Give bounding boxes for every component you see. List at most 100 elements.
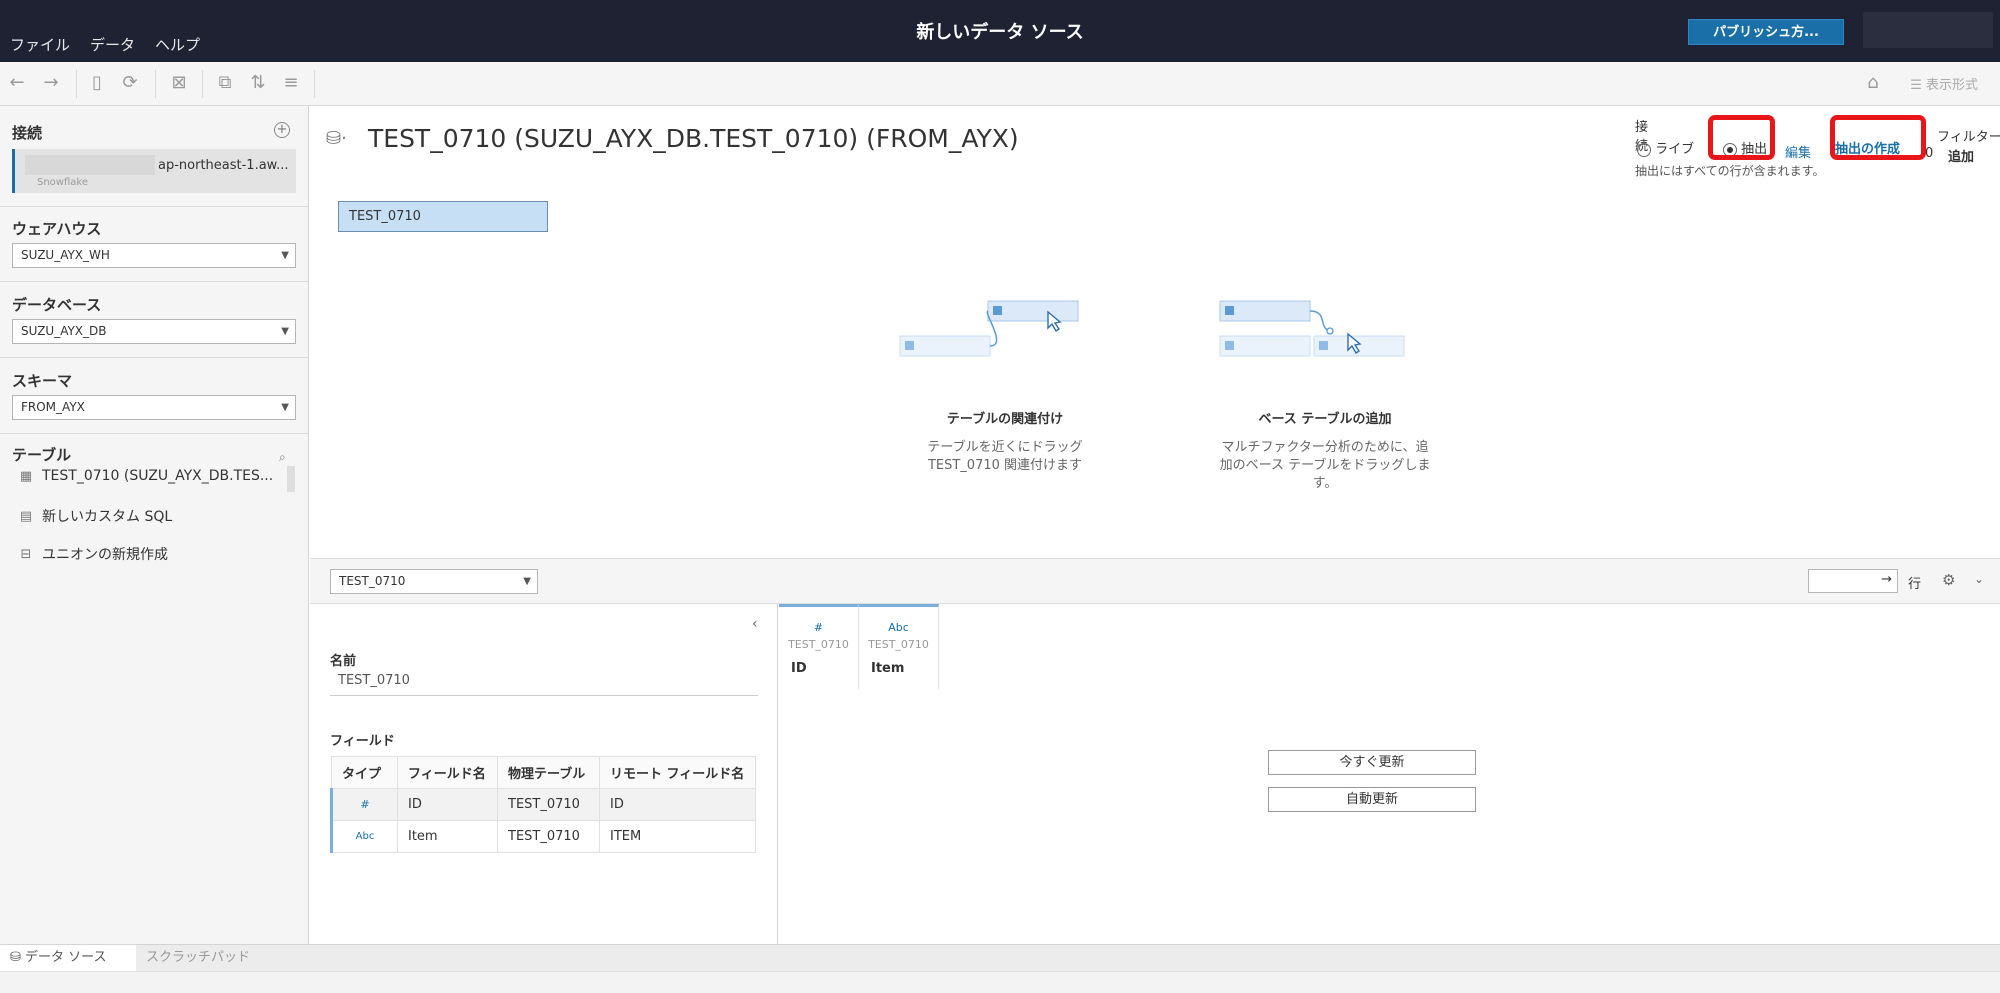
database-select[interactable]: SUZU_AYX_DB ▼ (12, 319, 296, 344)
column-header[interactable]: 物理テーブル (497, 756, 600, 789)
fields-heading: フィールド (330, 734, 395, 749)
field-name[interactable]: ID (397, 788, 498, 821)
field-remote-name: ID (599, 788, 756, 821)
refresh-icon[interactable]: ⟳ (119, 72, 141, 94)
add-base-table-hint: ベース テーブルの追加 マルチファクター分析のために、追 加のベース テーブルを… (1210, 408, 1440, 493)
toolbar-divider (202, 70, 203, 98)
logical-table[interactable]: TEST_0710 (338, 201, 548, 232)
search-icon[interactable]: ⌕ (279, 450, 286, 465)
live-option[interactable]: ライブ (1637, 138, 1694, 157)
warehouse-heading: ウェアハウス (12, 220, 102, 238)
connection-item[interactable]: ap-northeast-1.aw... Snowflake (12, 149, 296, 193)
back-icon[interactable]: ← (6, 72, 28, 94)
status-bar (0, 971, 2000, 993)
gear-icon[interactable]: ⚙ (1942, 571, 1955, 589)
divider (0, 281, 309, 282)
divider (0, 433, 309, 434)
publish-button[interactable]: パブリッシュ方... (1688, 19, 1844, 45)
highlight-box (1708, 115, 1775, 160)
database-value: SUZU_AYX_DB (21, 324, 107, 338)
field-physical-table: TEST_0710 (497, 820, 600, 853)
title-bar: ファイル データ ヘルプ 新しいデータ ソース パブリッシュ方... (0, 0, 2000, 62)
sort-asc-icon[interactable]: ⇅ (247, 72, 269, 94)
grid-column-table: TEST_0710 (788, 638, 849, 651)
relate-description: テーブルを近くにドラッグ TEST_0710 関連付けます (895, 439, 1115, 475)
relate-tables-illustration (899, 300, 1079, 357)
table-row[interactable]: # ID TEST_0710 ID (330, 788, 756, 821)
base-caption: ベース テーブルの追加 (1258, 412, 1392, 427)
collapse-icon[interactable]: ‹ (752, 616, 758, 632)
connections-heading: 接続 (12, 124, 43, 142)
divider (0, 206, 309, 207)
table-item[interactable]: ▦ TEST_0710 (SUZU_AYX_DB.TES... (18, 468, 273, 484)
database-icon[interactable]: ⛁· (326, 128, 347, 149)
rows-label: 行 (1908, 577, 1922, 592)
auto-update-button[interactable]: 自動更新 (1268, 787, 1476, 812)
forward-icon[interactable]: → (40, 72, 62, 94)
extract-note: 抽出にはすべての行が含まれます。 (1635, 164, 1825, 178)
chevron-down-icon[interactable]: ⌄ (1974, 572, 1984, 586)
tab-scratchpad[interactable]: スクラッチパッド (136, 945, 276, 972)
column-header[interactable]: タイプ (331, 756, 398, 789)
live-radio[interactable] (1637, 142, 1651, 157)
row-count-input[interactable]: → (1808, 569, 1898, 593)
table-select-value: TEST_0710 (339, 574, 406, 588)
field-name[interactable]: Item (397, 820, 498, 853)
union-icon: ⊟ (20, 546, 32, 562)
add-base-table-illustration (1219, 300, 1405, 357)
data-source-title[interactable]: TEST_0710 (SUZU_AYX_DB.TEST_0710) (FROM_… (368, 124, 1019, 153)
scrollbar[interactable] (287, 466, 295, 492)
toolbar-divider (155, 70, 156, 98)
string-type-icon[interactable]: Abc (859, 621, 938, 634)
field-type[interactable]: Abc (330, 820, 398, 853)
schema-value: FROM_AYX (21, 400, 85, 414)
number-type-icon[interactable]: # (779, 621, 858, 634)
relate-tables-hint: テーブルの関連付け テーブルを近くにドラッグ TEST_0710 関連付けます (895, 408, 1115, 475)
new-union-label: ユニオンの新規作成 (42, 547, 168, 563)
table-item-label: TEST_0710 (SUZU_AYX_DB.TES... (42, 468, 274, 484)
pause-updates-icon[interactable]: ▯ (86, 72, 108, 94)
display-format[interactable]: ☰ 表示形式 (1910, 74, 1978, 93)
data-pane: 接続 + ap-northeast-1.aw... Snowflake ウェアハ… (0, 106, 309, 944)
field-type[interactable]: # (330, 788, 398, 821)
data-grid: # TEST_0710 ID Abc TEST_0710 Item 今すぐ更新 … (779, 604, 2000, 944)
warehouse-select[interactable]: SUZU_AYX_WH ▼ (12, 243, 296, 268)
display-format-icon: ☰ (1910, 78, 1926, 93)
warehouse-value: SUZU_AYX_WH (21, 248, 110, 262)
schema-select[interactable]: FROM_AYX ▼ (12, 395, 296, 420)
schema-heading: スキーマ (12, 372, 73, 390)
edit-extract-link[interactable]: 編集 (1785, 142, 1811, 161)
tab-data-source[interactable]: ⛁ データ ソース (0, 945, 136, 972)
column-header[interactable]: フィールド名 (397, 756, 498, 789)
chevron-down-icon: ▼ (281, 326, 289, 337)
new-union-item[interactable]: ⊟ ユニオンの新規作成 (18, 544, 168, 564)
custom-sql-icon: ▤ (19, 508, 33, 524)
table-header-row: タイプ フィールド名 物理テーブル リモート フィールド名 (331, 756, 756, 789)
field-physical-table: TEST_0710 (497, 788, 600, 821)
metadata-pane: ‹ 名前 TEST_0710 フィールド タイプ フィールド名 物理テーブル リ… (310, 604, 778, 944)
grid-column-name: Item (871, 661, 905, 676)
live-label: ライブ (1655, 142, 1695, 157)
tab-data-source-label: データ ソース (25, 950, 107, 965)
relate-desc-line: テーブルを近くにドラッグ (927, 440, 1083, 455)
highlight-box (1830, 115, 1926, 160)
base-desc-line: 加のベース テーブルをドラッグしま (1219, 458, 1431, 473)
relationship-canvas: ⛁· TEST_0710 (SUZU_AYX_DB.TEST_0710) (FR… (310, 106, 2000, 558)
grid-column-item[interactable]: Abc TEST_0710 Item (859, 604, 939, 689)
add-connection-icon[interactable]: + (274, 122, 290, 138)
highlight-icon[interactable]: ⌂ (1862, 72, 1884, 94)
update-now-button[interactable]: 今すぐ更新 (1268, 750, 1476, 775)
sort-desc-icon[interactable]: ≡ (280, 72, 302, 94)
clear-icon[interactable]: ⊠ (168, 72, 190, 94)
custom-sql-item[interactable]: ▤ 新しいカスタム SQL (18, 506, 172, 526)
toolbar: ← → ▯ ⟳ ⊠ ⧉ ⇅ ≡ ⌂ ☰ 表示形式 (0, 62, 2000, 106)
swap-icon[interactable]: ⧉ (214, 72, 236, 94)
table-row[interactable]: Abc Item TEST_0710 ITEM (330, 820, 756, 853)
column-header[interactable]: リモート フィールド名 (599, 756, 756, 789)
grid-column-id[interactable]: # TEST_0710 ID (779, 604, 859, 689)
user-account[interactable] (1863, 12, 1993, 48)
table-select[interactable]: TEST_0710 ▼ (330, 569, 538, 594)
add-filter-link[interactable]: 追加 (1948, 146, 1974, 165)
database-heading: データベース (12, 296, 102, 314)
table-name-field[interactable]: TEST_0710 (330, 666, 758, 696)
